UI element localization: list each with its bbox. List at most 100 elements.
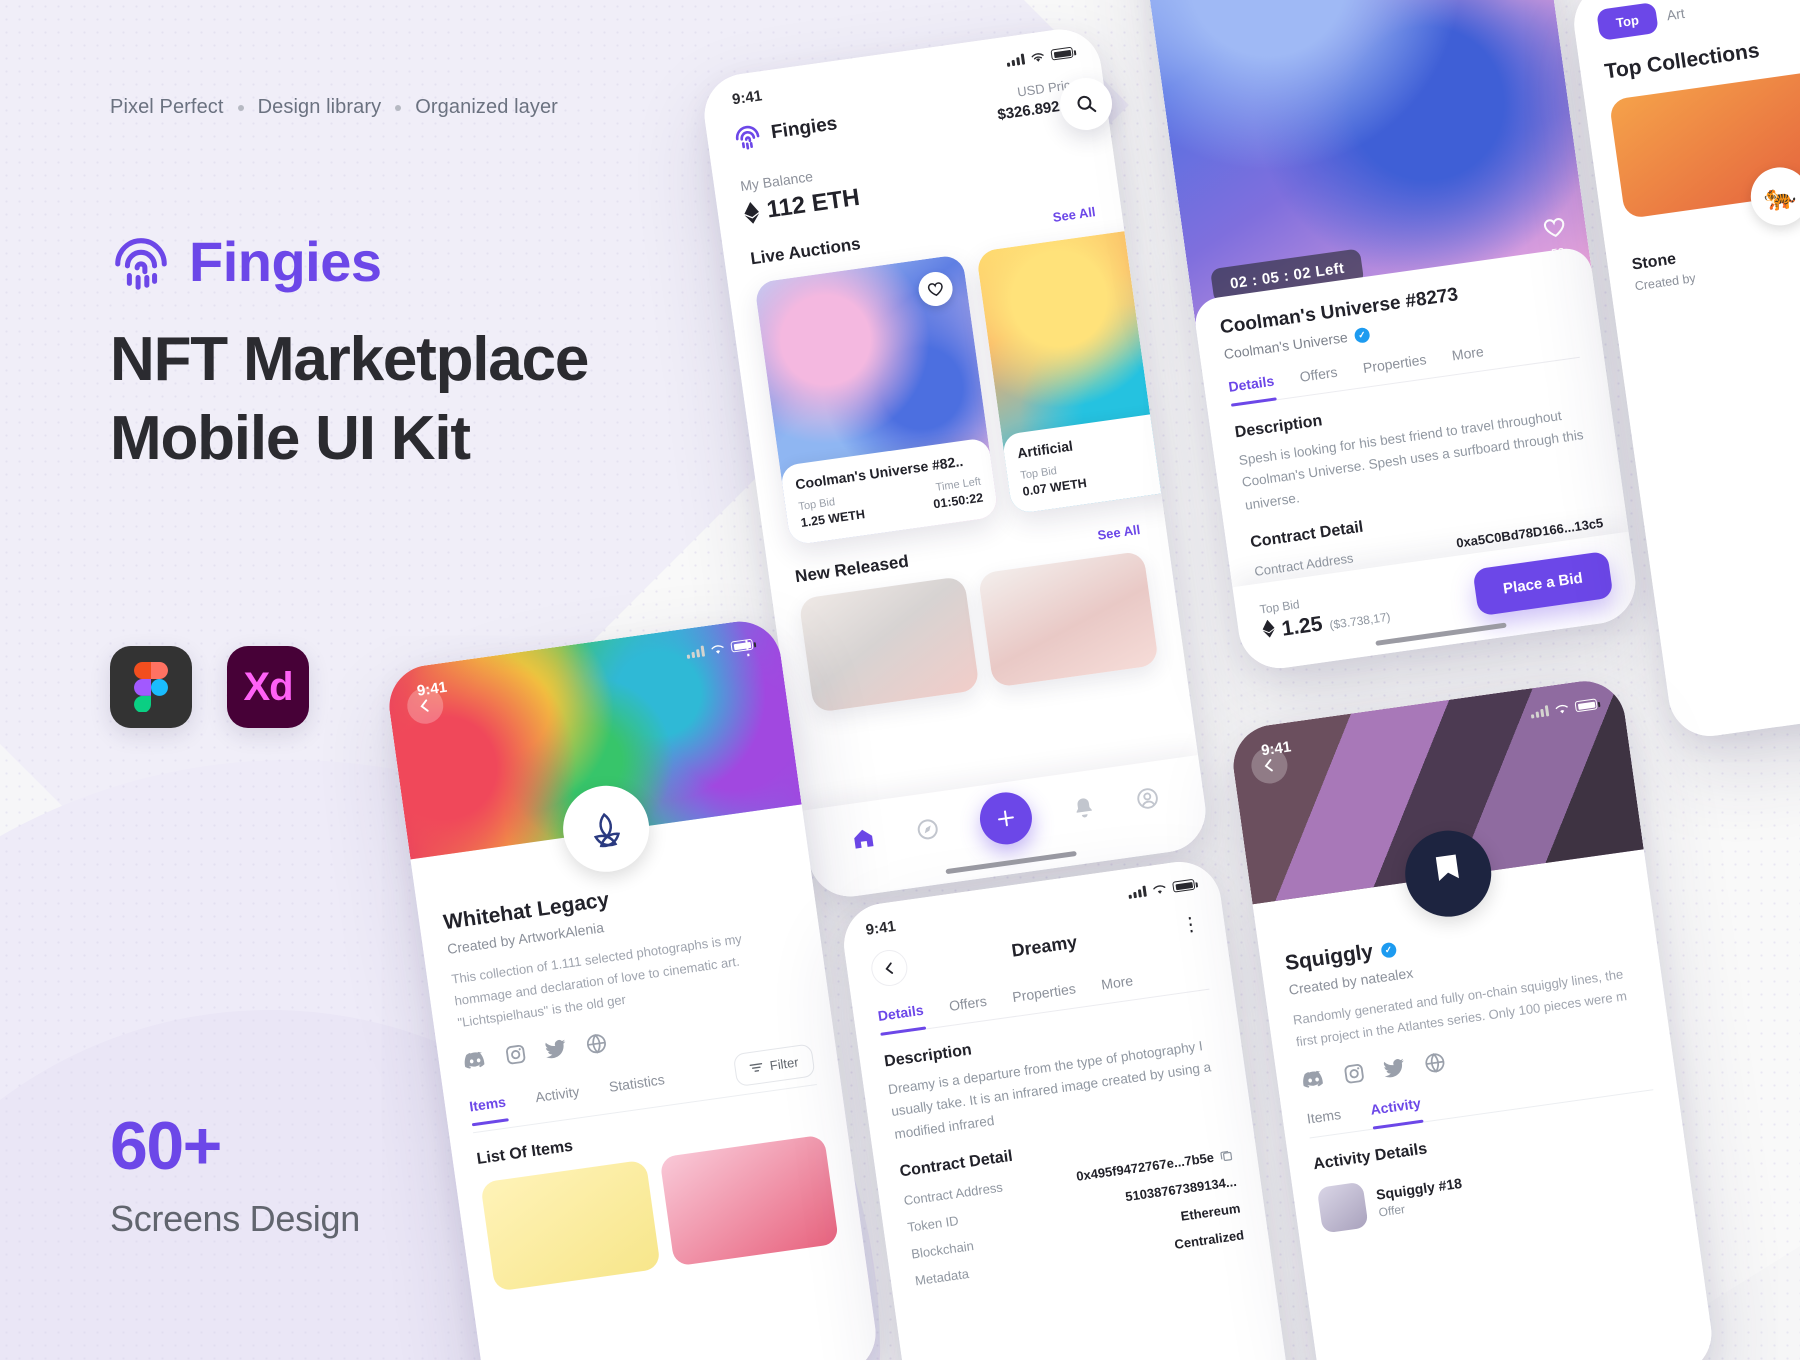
feature-list: Pixel Perfect Design library Organized l… xyxy=(110,96,730,119)
tab-items[interactable]: Items xyxy=(468,1094,508,1126)
auction-time-block: Time Left 01:50:22 xyxy=(930,476,985,512)
item-tile[interactable] xyxy=(658,1134,840,1267)
place-bid-button[interactable]: Place a Bid xyxy=(1472,550,1614,617)
heart-icon[interactable] xyxy=(916,269,955,309)
verified-badge-icon: ✓ xyxy=(1379,941,1397,959)
signal-icon xyxy=(1006,53,1026,67)
status-time: 9:41 xyxy=(731,87,764,109)
battery-icon xyxy=(1050,46,1074,61)
twitter-icon xyxy=(1383,1058,1404,1078)
back-button[interactable] xyxy=(869,947,910,989)
tab-offers[interactable]: Offers xyxy=(1299,364,1340,396)
separator-dot-icon xyxy=(237,104,244,111)
tab-statistics[interactable]: Statistics xyxy=(608,1071,667,1106)
tab-details[interactable]: Details xyxy=(1227,373,1276,406)
compass-icon xyxy=(917,819,938,840)
tab-notifications[interactable] xyxy=(1070,795,1096,821)
tab-activity[interactable]: Activity xyxy=(1369,1095,1423,1129)
tab-home[interactable] xyxy=(849,825,876,852)
ethereum-icon xyxy=(744,201,760,224)
auction-card[interactable]: Coolman's Universe #82.. Top Bid 1.25 WE… xyxy=(754,253,999,546)
pill-art[interactable]: Art xyxy=(1659,0,1693,32)
tab-more[interactable]: More xyxy=(1451,343,1486,374)
stat-label: Screens Design xyxy=(110,1198,360,1239)
filter-button[interactable]: Filter xyxy=(732,1043,816,1088)
instagram-icon xyxy=(1344,1064,1364,1084)
hero-copy: Pixel Perfect Design library Organized l… xyxy=(110,96,730,479)
home-icon xyxy=(853,829,874,849)
bell-icon xyxy=(1076,798,1092,818)
top-bid-block: Top Bid 1.25 ($3.738,17) xyxy=(1259,584,1392,643)
contract-key: Token ID xyxy=(906,1212,960,1235)
brand-name: Fingies xyxy=(189,230,382,293)
auction-bid-block: Top Bid 0.07 WETH xyxy=(1020,461,1088,499)
wifi-icon xyxy=(711,644,724,654)
balance-value: 112 ETH xyxy=(765,183,862,224)
discord-icon xyxy=(1303,1071,1323,1088)
contract-key: Blockchain xyxy=(910,1237,975,1262)
contract-value: Ethereum xyxy=(1179,1200,1242,1224)
status-icons xyxy=(1006,46,1074,67)
separator-dot-icon xyxy=(395,104,402,111)
chevron-left-icon xyxy=(1264,759,1273,772)
feature-item-0: Pixel Perfect xyxy=(110,96,224,118)
tiger-icon: 🐅 xyxy=(1747,163,1800,230)
filter-icon xyxy=(749,1063,763,1073)
auction-card-info: Coolman's Universe #82.. Top Bid 1.25 WE… xyxy=(779,437,999,546)
contract-value: Centralized xyxy=(1173,1227,1245,1252)
auction-bid-block: Top Bid 1.25 WETH xyxy=(798,492,866,530)
signal-icon xyxy=(686,645,706,659)
fingerprint-icon xyxy=(110,231,172,293)
adobe-xd-label: Xd xyxy=(243,664,293,709)
copy-icon xyxy=(1220,1150,1233,1161)
headline-line-1: NFT Marketplace xyxy=(110,325,589,394)
auction-list[interactable]: Coolman's Universe #82.. Top Bid 1.25 WE… xyxy=(754,225,1201,546)
search-icon xyxy=(1077,95,1097,113)
tab-properties[interactable]: Properties xyxy=(1011,980,1078,1016)
chevron-left-icon xyxy=(420,699,429,712)
status-time: 9:41 xyxy=(864,917,897,939)
heart-icon xyxy=(1543,218,1565,238)
tool-badges: Xd xyxy=(110,646,309,728)
tab-details[interactable]: Details xyxy=(877,1002,926,1035)
collection-card[interactable]: 🐅 xyxy=(1608,56,1800,230)
figma-icon xyxy=(110,646,192,728)
filter-label: Filter xyxy=(768,1054,800,1074)
battery-icon xyxy=(1574,698,1598,713)
section-title: Live Auctions xyxy=(749,234,862,269)
auction-time-value: 01:50:22 xyxy=(932,490,985,512)
contract-key: Contract Address xyxy=(902,1179,1004,1208)
tab-profile[interactable] xyxy=(1134,785,1161,812)
see-all-link[interactable]: See All xyxy=(1096,521,1141,542)
verified-badge-icon: ✓ xyxy=(1353,326,1371,344)
item-tile[interactable] xyxy=(480,1159,661,1292)
collection-profile-body: Whitehat Legacy Created by ArtworkAlenia… xyxy=(410,804,862,1295)
chevron-left-icon xyxy=(884,962,893,974)
activity-thumbnail xyxy=(1316,1181,1369,1234)
pill-top[interactable]: Top xyxy=(1596,1,1659,41)
more-vertical-icon[interactable]: ⋮ xyxy=(1180,914,1202,937)
headline-line-2: Mobile UI Kit xyxy=(110,404,471,474)
top-bid-usd: ($3.738,17) xyxy=(1328,609,1392,632)
page-title: NFT Marketplace Mobile UI Kit xyxy=(110,320,730,479)
app-brand-name: Fingies xyxy=(769,113,839,144)
tab-more[interactable]: More xyxy=(1100,972,1135,1003)
tab-properties[interactable]: Properties xyxy=(1362,351,1429,387)
tab-items[interactable]: Items xyxy=(1306,1106,1344,1138)
tab-activity[interactable]: Activity xyxy=(534,1083,582,1116)
tab-offers[interactable]: Offers xyxy=(948,993,989,1025)
signal-icon xyxy=(1530,705,1550,719)
tab-explore[interactable] xyxy=(914,816,941,843)
feature-item-2: Organized layer xyxy=(415,96,558,118)
wifi-icon xyxy=(1555,704,1568,713)
see-all-link[interactable]: See All xyxy=(1052,204,1097,225)
screens-stat: 60+ Screens Design xyxy=(110,1112,360,1240)
collection-filter-pills[interactable]: Top Art xyxy=(1596,0,1800,41)
page-title: Dreamy xyxy=(1010,931,1079,961)
add-button[interactable] xyxy=(976,789,1035,848)
wifi-icon xyxy=(1031,52,1044,62)
profile-icon xyxy=(1136,788,1158,809)
new-released-card[interactable] xyxy=(798,575,980,713)
triquetra-icon xyxy=(593,812,620,848)
new-released-card[interactable] xyxy=(977,550,1160,688)
